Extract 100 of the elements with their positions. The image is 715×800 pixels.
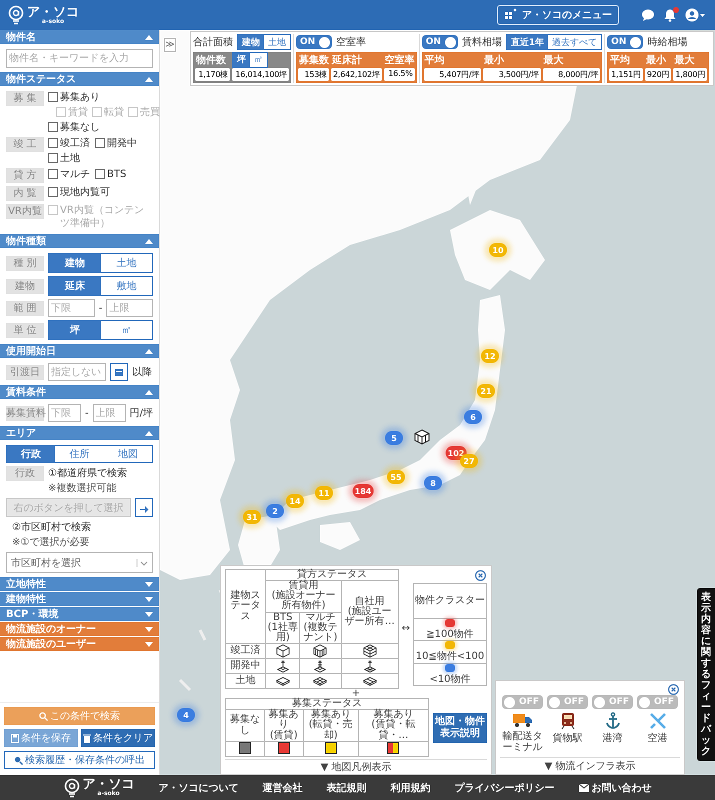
section-header[interactable]: 立地特性 (0, 577, 159, 591)
section-header[interactable]: 物流施設のオーナー (0, 622, 159, 636)
legend-explanation-button[interactable]: 地図・物件表示説明 (433, 712, 487, 743)
checkbox-label[interactable]: 募集あり (60, 91, 100, 104)
field-label: 種 別 (6, 256, 44, 270)
table-header: 建物ステータス (226, 569, 266, 644)
footer-link[interactable]: 表記規則 (326, 780, 366, 794)
calendar-button[interactable] (110, 363, 128, 381)
cluster-marker[interactable]: 6 (464, 410, 482, 424)
collapse-caret-icon[interactable] (145, 642, 153, 646)
column-header: 最大 (673, 54, 696, 67)
checkbox[interactable] (48, 122, 58, 132)
collapse-caret-icon[interactable] (145, 430, 153, 436)
section-title: 物流施設のユーザー (6, 637, 96, 651)
toggle-option[interactable]: 建物 (238, 35, 264, 49)
cluster-marker[interactable]: 8 (424, 476, 442, 490)
close-icon[interactable] (475, 570, 486, 581)
history-button[interactable]: 検索履歴・保存条件の呼出 (4, 751, 155, 769)
toggle-option[interactable]: 坪 (233, 52, 250, 66)
stat-value: 16,014,100坪 (232, 68, 289, 81)
notification-bell-icon[interactable] (663, 8, 677, 22)
logo-text: ア・ソコ (82, 778, 134, 791)
collapse-caret-icon[interactable] (145, 238, 153, 244)
max-input[interactable]: 上限 (106, 299, 154, 317)
open-picker-button[interactable] (135, 498, 153, 517)
collapse-caret-icon[interactable] (145, 596, 153, 602)
checkbox-label[interactable]: 現地内覧可 (60, 186, 110, 199)
collapse-caret-icon[interactable] (145, 34, 153, 40)
checkbox-label[interactable]: 開発中 (107, 137, 137, 150)
min-input[interactable]: 下限 (48, 299, 95, 317)
table-note: (転貸・売却) (308, 719, 353, 741)
city-select[interactable]: 市区町村を選択 (6, 552, 153, 573)
checkbox[interactable] (48, 138, 58, 148)
table-header: BTS (273, 612, 292, 622)
user-menu-icon[interactable] (685, 8, 707, 22)
chat-icon[interactable] (641, 8, 655, 22)
toggle-option[interactable]: 延床 (49, 277, 100, 295)
checkbox[interactable] (48, 187, 58, 197)
checkbox-label[interactable]: 募集なし (60, 121, 100, 134)
checkbox[interactable] (48, 169, 58, 179)
checkbox[interactable] (95, 169, 105, 179)
toggle-switch[interactable]: ON (296, 35, 332, 49)
toggle-option[interactable]: 坪 (49, 321, 100, 339)
collapse-caret-icon[interactable] (145, 76, 153, 82)
area-tab[interactable]: 行政 (7, 446, 56, 462)
field-label: VR内覧 (6, 204, 44, 219)
section-title: 賃料条件 (6, 386, 46, 399)
toggle-switch[interactable]: ON (422, 35, 458, 49)
section-header[interactable]: 物件名 (0, 30, 159, 44)
menu-button[interactable]: ア・ソコのメニュー (497, 5, 619, 25)
collapse-sidebar-button[interactable]: ≫ (164, 38, 176, 52)
checkbox-label[interactable]: 土地 (60, 152, 80, 165)
checkbox-label[interactable]: マルチ (60, 168, 90, 181)
section-header[interactable]: 使用開始日 (0, 344, 159, 358)
cluster-marker[interactable]: 5 (385, 431, 403, 445)
section-header[interactable]: 物件ステータス (0, 72, 159, 86)
warehouse-marker-icon[interactable] (414, 429, 430, 445)
toggle-option[interactable]: 建物 (49, 254, 100, 272)
collapse-caret-icon[interactable] (145, 582, 153, 586)
keyword-input[interactable]: 物件名・キーワードを入力 (6, 49, 153, 68)
footer-link[interactable]: お問い合わせ (578, 780, 652, 794)
infra-label: 港湾 (602, 733, 622, 744)
footer-link[interactable]: 利用規約 (390, 780, 430, 794)
section-title: 使用開始日 (6, 344, 56, 358)
collapse-caret-icon[interactable] (145, 626, 153, 632)
collapse-caret-icon[interactable] (145, 348, 153, 354)
toggle-option[interactable]: 直近1年 (506, 35, 548, 49)
field-label: 内 覧 (6, 186, 44, 201)
collapse-caret-icon[interactable] (145, 612, 153, 616)
infra-toggle[interactable]: ▼ 物流インフラ表示 (500, 757, 680, 774)
close-icon[interactable] (668, 684, 679, 695)
cluster-marker[interactable]: 2 (266, 504, 284, 518)
checkbox-label[interactable]: BTS (107, 168, 126, 181)
footer-link[interactable]: プライバシーポリシー (454, 780, 554, 794)
footer-link[interactable]: 運営会社 (262, 780, 302, 794)
collapse-caret-icon[interactable] (145, 390, 153, 394)
footer-link[interactable]: ア・ソコについて (158, 780, 238, 794)
section-header[interactable]: 物件種類 (0, 234, 159, 248)
section-header[interactable]: 賃料条件 (0, 385, 159, 399)
field-label: 範 囲 (6, 300, 44, 316)
max-input[interactable]: 上限 (92, 404, 126, 422)
row-label: 竣工済 (226, 644, 266, 659)
checkbox[interactable] (95, 138, 105, 148)
save-conditions-button[interactable]: 条件を保存 (4, 729, 78, 747)
checkbox[interactable] (48, 92, 58, 102)
field-label: 引渡日 (6, 364, 44, 380)
section-header[interactable]: BCP・環境 (0, 607, 159, 621)
date-input[interactable]: 指定しない (48, 363, 106, 381)
legend-toggle[interactable]: ▼ 地図凡例表示 (225, 759, 487, 774)
section-header[interactable]: 物流施設のユーザー (0, 637, 159, 651)
checkbox-label[interactable]: 竣工済 (60, 137, 90, 150)
min-input[interactable]: 下限 (48, 404, 82, 422)
section-header[interactable]: 建物特性 (0, 592, 159, 606)
clear-conditions-button[interactable]: 条件をクリア (81, 729, 155, 747)
toggle-switch[interactable]: ON (607, 35, 644, 49)
table-note: (施設オーナー所有物件) (272, 590, 336, 612)
checkbox[interactable] (48, 153, 58, 163)
cluster-marker[interactable]: 4 (177, 708, 195, 722)
section-header[interactable]: エリア (0, 426, 159, 440)
feedback-tab[interactable]: 表示内容に関するフィードバック (697, 588, 715, 761)
